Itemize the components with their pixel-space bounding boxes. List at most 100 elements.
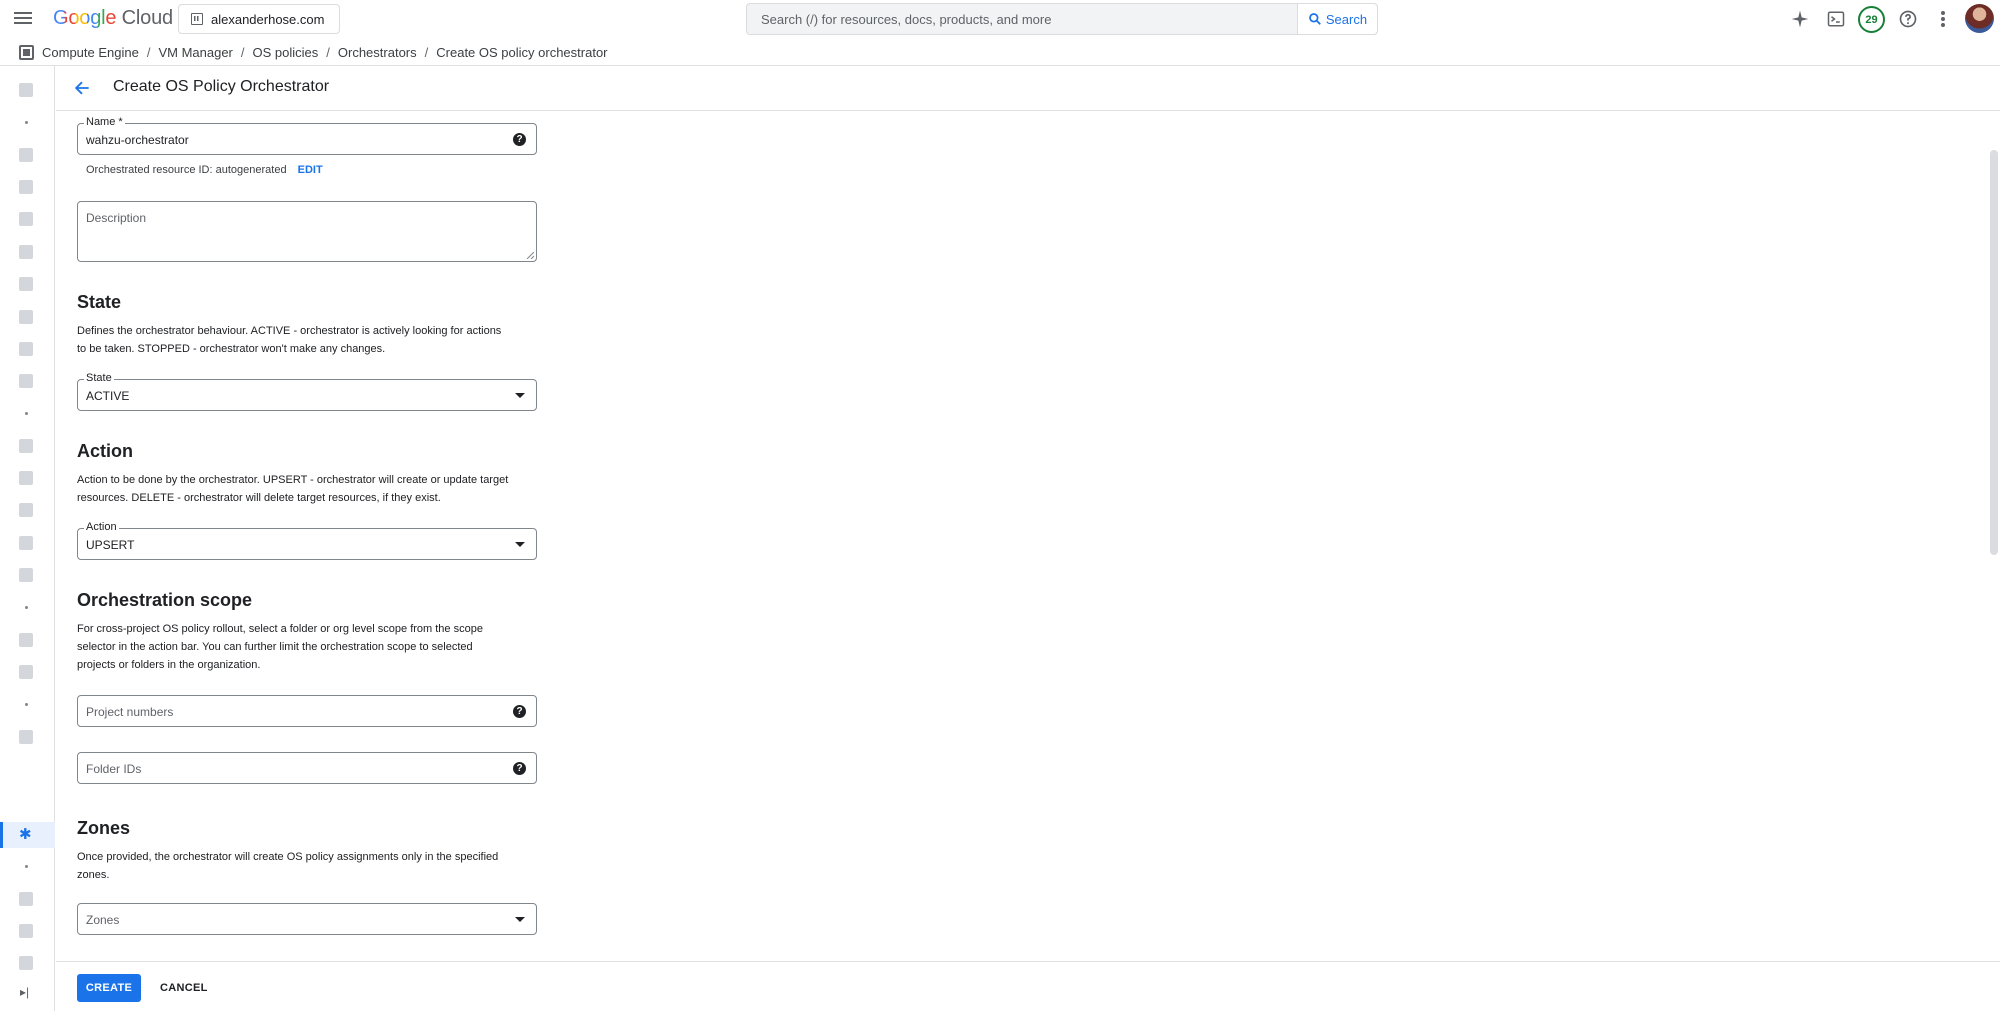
nav-divider-dot xyxy=(25,121,28,124)
nav-async-replication-icon[interactable] xyxy=(19,536,33,550)
os-policies-icon: ✱ xyxy=(19,826,32,843)
nav-instance-groups-icon[interactable] xyxy=(19,633,33,647)
project-icon xyxy=(191,13,203,25)
nav-disks-icon[interactable] xyxy=(19,439,33,453)
nav-storage-pools-icon[interactable] xyxy=(19,568,33,582)
logo-google: Google xyxy=(53,7,117,29)
scope-desc-line2: selector in the action bar. You can furt… xyxy=(77,641,473,653)
nav-images-icon[interactable] xyxy=(19,503,33,517)
folder-ids-help-icon[interactable]: ? xyxy=(513,762,526,775)
nav-divider-dot xyxy=(25,865,28,868)
main-form: Name * wahzu-orchestrator ? Orchestrated… xyxy=(56,111,1986,961)
search-button-label: Search xyxy=(1325,11,1368,27)
state-select[interactable]: State ACTIVE xyxy=(77,372,537,411)
description-placeholder: Description xyxy=(86,211,147,225)
nav-zones-icon[interactable] xyxy=(19,924,33,938)
avatar[interactable] xyxy=(1965,4,1994,33)
nav-tpus-icon[interactable] xyxy=(19,277,33,291)
zones-desc-line1: Once provided, the orchestrator will cre… xyxy=(77,851,499,863)
search-bar: Search xyxy=(746,3,1378,35)
create-button[interactable]: CREATE xyxy=(77,974,141,1002)
name-field-value[interactable]: wahzu-orchestrator xyxy=(86,133,189,147)
page-title: Create OS Policy Orchestrator xyxy=(113,78,330,95)
notifications-badge[interactable]: 29 xyxy=(1858,6,1885,33)
project-numbers-help-icon[interactable]: ? xyxy=(513,705,526,718)
scrollbar[interactable] xyxy=(1990,150,1998,555)
nav-machine-images-icon[interactable] xyxy=(19,245,33,259)
compute-engine-icon xyxy=(19,45,34,60)
sparkle-icon[interactable] xyxy=(1789,8,1811,30)
state-select-value: ACTIVE xyxy=(86,389,130,403)
nav-dashboard-icon[interactable] xyxy=(19,83,33,97)
scope-desc-line1: For cross-project OS policy rollout, sel… xyxy=(77,623,483,635)
chevron-down-icon xyxy=(515,917,525,922)
state-heading: State xyxy=(77,292,122,312)
resource-id-text: Orchestrated resource ID: autogenerated … xyxy=(86,164,323,176)
zones-heading: Zones xyxy=(77,818,131,838)
top-bar: Google Cloud alexanderhose.com Search 29 xyxy=(0,0,2000,38)
chevron-down-icon xyxy=(515,542,525,547)
breadcrumb-separator: / xyxy=(424,45,429,60)
search-button[interactable]: Search xyxy=(1297,4,1377,34)
left-nav-rail: ✱ ▸| xyxy=(0,66,55,1011)
cancel-button[interactable]: CANCEL xyxy=(160,974,208,1002)
more-vert-icon[interactable] xyxy=(1932,8,1954,30)
nav-settings-icon[interactable] xyxy=(19,892,33,906)
name-field[interactable]: Name * wahzu-orchestrator ? xyxy=(77,116,537,155)
breadcrumb-separator: / xyxy=(240,45,245,60)
nav-divider-dot xyxy=(25,606,28,609)
breadcrumb-os-policies[interactable]: OS policies xyxy=(253,45,319,60)
search-input[interactable] xyxy=(747,4,1297,34)
form-footer: CREATE CANCEL xyxy=(56,961,2000,1011)
chevron-down-icon xyxy=(515,393,525,398)
search-icon xyxy=(1309,13,1321,25)
action-select-value: UPSERT xyxy=(86,538,135,552)
nav-patch-icon[interactable] xyxy=(19,730,33,744)
nav-divider-dot xyxy=(25,412,28,415)
terminal-icon[interactable] xyxy=(1825,8,1847,30)
nav-migrate-icon[interactable] xyxy=(19,374,33,388)
description-field[interactable]: Description xyxy=(77,201,537,262)
action-select[interactable]: Action UPSERT xyxy=(77,521,537,560)
menu-icon[interactable] xyxy=(13,9,33,29)
scope-description: For cross-project OS policy rollout, sel… xyxy=(77,620,547,674)
google-cloud-logo[interactable]: Google Cloud xyxy=(53,7,173,30)
breadcrumb-orchestrators[interactable]: Orchestrators xyxy=(338,45,417,60)
logo-cloud: Cloud xyxy=(121,7,173,29)
nav-health-checks-icon[interactable] xyxy=(19,665,33,679)
action-select-label: Action xyxy=(84,521,119,533)
breadcrumb-current: Create OS policy orchestrator xyxy=(436,45,608,60)
project-name: alexanderhose.com xyxy=(211,11,325,27)
action-desc-line2: resources. DELETE - orchestrator will de… xyxy=(77,492,441,504)
breadcrumb-compute-engine[interactable]: Compute Engine xyxy=(42,45,139,60)
nav-os-policies-active[interactable]: ✱ xyxy=(0,822,55,848)
project-numbers-placeholder: Project numbers xyxy=(86,705,174,719)
help-icon[interactable] xyxy=(1897,8,1919,30)
zones-select[interactable]: Zones xyxy=(77,903,537,935)
state-desc-line1: Defines the orchestrator behaviour. ACTI… xyxy=(77,325,502,337)
breadcrumb-separator: / xyxy=(326,45,330,60)
nav-divider-dot xyxy=(25,703,28,706)
scope-heading: Orchestration scope xyxy=(77,590,253,610)
action-description: Action to be done by the orchestrator. U… xyxy=(77,471,547,507)
zones-placeholder: Zones xyxy=(86,913,120,927)
nav-sole-tenant-icon[interactable] xyxy=(19,212,33,226)
nav-reservations-icon[interactable] xyxy=(19,342,33,356)
nav-marketplace-icon[interactable] xyxy=(19,956,33,970)
folder-ids-field[interactable]: Folder IDs ? xyxy=(77,752,537,784)
project-numbers-field[interactable]: Project numbers ? xyxy=(77,695,537,727)
resize-handle-icon[interactable] xyxy=(527,252,534,259)
nav-vm-instances-icon[interactable] xyxy=(19,148,33,162)
breadcrumb-vm-manager[interactable]: VM Manager xyxy=(158,45,232,60)
page-header: Create OS Policy Orchestrator xyxy=(56,66,2000,111)
expand-nav-icon[interactable]: ▸| xyxy=(20,985,29,999)
nav-instance-templates-icon[interactable] xyxy=(19,180,33,194)
state-select-label: State xyxy=(84,372,114,384)
name-help-icon[interactable]: ? xyxy=(513,133,526,146)
resource-id-edit-link[interactable]: EDIT xyxy=(298,164,323,176)
project-selector[interactable]: alexanderhose.com xyxy=(178,4,340,34)
back-arrow-icon[interactable] xyxy=(72,78,92,98)
state-description: Defines the orchestrator behaviour. ACTI… xyxy=(77,322,547,358)
nav-snapshots-icon[interactable] xyxy=(19,471,33,485)
nav-committed-use-icon[interactable] xyxy=(19,310,33,324)
